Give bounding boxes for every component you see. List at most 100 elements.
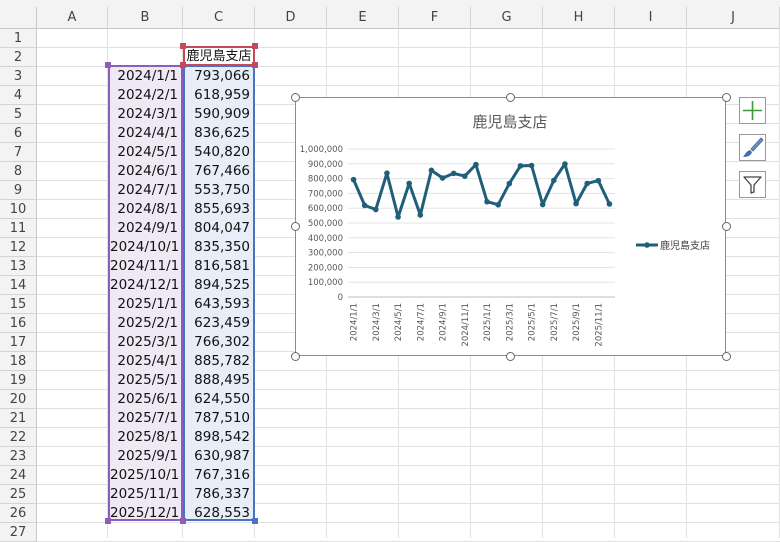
cell-value[interactable]: 643,593: [185, 295, 253, 314]
cell-value[interactable]: 623,459: [185, 314, 253, 333]
cell-date[interactable]: 2025/3/1: [110, 333, 181, 352]
cell-value[interactable]: 855,693: [185, 200, 253, 219]
row-header-2[interactable]: 2: [0, 48, 37, 67]
row-header-14[interactable]: 14: [0, 276, 37, 295]
data-point[interactable]: [595, 177, 602, 184]
cell-c2[interactable]: 鹿児島支店: [184, 47, 254, 66]
cell-value[interactable]: 540,820: [185, 143, 253, 162]
cell-value[interactable]: 618,959: [185, 86, 253, 105]
cell-value[interactable]: 628,553: [185, 504, 253, 523]
data-point[interactable]: [350, 176, 357, 183]
cell-date[interactable]: 2025/5/1: [110, 371, 181, 390]
row-header-9[interactable]: 9: [0, 181, 37, 200]
data-point[interactable]: [417, 212, 424, 218]
column-header-i[interactable]: I: [615, 7, 687, 29]
row-header-22[interactable]: 22: [0, 428, 37, 447]
cell-date[interactable]: 2024/8/1: [110, 200, 181, 219]
cell-date[interactable]: 2025/10/1: [110, 466, 181, 485]
cell-date[interactable]: 2024/5/1: [110, 143, 181, 162]
select-all-corner[interactable]: [0, 7, 37, 29]
spreadsheet[interactable]: ABCDEFGHIJ 1 2 3 4 5 6 7 8 9 10 11 12 13 14 15 16 17 18 19…: [0, 0, 780, 542]
column-header-h[interactable]: H: [543, 7, 615, 29]
cell-date[interactable]: 2025/12/1: [110, 504, 181, 523]
data-point[interactable]: [562, 161, 568, 167]
row-header-25[interactable]: 25: [0, 485, 37, 504]
data-point[interactable]: [495, 201, 501, 208]
data-point[interactable]: [539, 201, 546, 208]
data-point[interactable]: [395, 214, 401, 220]
row-header-20[interactable]: 20: [0, 390, 37, 409]
row-header-6[interactable]: 6: [0, 124, 37, 143]
row-header-16[interactable]: 16: [0, 314, 37, 333]
cell-value[interactable]: 787,510: [185, 409, 253, 428]
data-point[interactable]: [484, 198, 490, 205]
data-point[interactable]: [573, 200, 579, 207]
cell-date[interactable]: 2025/9/1: [110, 447, 181, 466]
data-point[interactable]: [551, 177, 557, 184]
data-point[interactable]: [384, 170, 390, 176]
column-header-c[interactable]: C: [183, 7, 255, 29]
row-header-19[interactable]: 19: [0, 371, 37, 390]
chart-resize-handle[interactable]: [291, 222, 300, 231]
line-chart[interactable]: 鹿児島支店 0 100,000 200,000 300,000 400,000 500,0…: [295, 97, 726, 356]
chart-resize-handle[interactable]: [722, 222, 731, 231]
cell-value[interactable]: 767,316: [185, 466, 253, 485]
cell-date[interactable]: 2025/7/1: [110, 409, 181, 428]
chart-filters-button[interactable]: [739, 171, 766, 198]
data-point[interactable]: [584, 180, 590, 187]
cell-value[interactable]: 816,581: [185, 257, 253, 276]
data-point[interactable]: [606, 201, 613, 207]
cell-value[interactable]: 885,782: [185, 352, 253, 371]
cell-date[interactable]: 2024/2/1: [110, 86, 181, 105]
cell-date[interactable]: 2024/10/1: [110, 238, 181, 257]
row-header-17[interactable]: 17: [0, 333, 37, 352]
row-header-27[interactable]: 27: [0, 523, 37, 542]
cell-date[interactable]: 2024/7/1: [110, 181, 181, 200]
data-point[interactable]: [439, 175, 446, 181]
row-header-21[interactable]: 21: [0, 409, 37, 428]
row-header-5[interactable]: 5: [0, 105, 37, 124]
chart-resize-handle[interactable]: [291, 352, 300, 361]
data-point[interactable]: [506, 180, 513, 187]
cell-value[interactable]: 894,525: [185, 276, 253, 295]
data-point[interactable]: [361, 202, 368, 209]
column-header-a[interactable]: A: [37, 7, 108, 29]
chart-resize-handle[interactable]: [722, 93, 731, 102]
cell-value[interactable]: 590,909: [185, 105, 253, 124]
row-header-11[interactable]: 11: [0, 219, 37, 238]
row-header-18[interactable]: 18: [0, 352, 37, 371]
chart-resize-handle[interactable]: [506, 352, 515, 361]
column-header-e[interactable]: E: [327, 7, 399, 29]
row-header-12[interactable]: 12: [0, 238, 37, 257]
cell-value[interactable]: 766,302: [185, 333, 253, 352]
row-header-15[interactable]: 15: [0, 295, 37, 314]
cell-value[interactable]: 835,350: [185, 238, 253, 257]
cell-date[interactable]: 2025/6/1: [110, 390, 181, 409]
chart-resize-handle[interactable]: [506, 93, 515, 102]
row-header-8[interactable]: 8: [0, 162, 37, 181]
row-header-3[interactable]: 3: [0, 67, 37, 86]
data-point[interactable]: [373, 206, 379, 213]
cell-value[interactable]: 804,047: [185, 219, 253, 238]
cell-date[interactable]: 2024/9/1: [110, 219, 181, 238]
cell-value[interactable]: 786,337: [185, 485, 253, 504]
cell-value[interactable]: 793,066: [185, 67, 253, 86]
cell-date[interactable]: 2025/4/1: [110, 352, 181, 371]
row-header-4[interactable]: 4: [0, 86, 37, 105]
row-header-1[interactable]: 1: [0, 29, 37, 48]
chart-resize-handle[interactable]: [722, 352, 731, 361]
cell-value[interactable]: 836,625: [185, 124, 253, 143]
column-header-g[interactable]: G: [471, 7, 543, 29]
row-header-7[interactable]: 7: [0, 143, 37, 162]
column-header-f[interactable]: F: [399, 7, 471, 29]
cell-date[interactable]: 2025/1/1: [110, 295, 181, 314]
row-header-26[interactable]: 26: [0, 504, 37, 523]
cell-value[interactable]: 630,987: [185, 447, 253, 466]
row-header-13[interactable]: 13: [0, 257, 37, 276]
data-point[interactable]: [473, 161, 479, 168]
data-point[interactable]: [462, 173, 468, 179]
cell-date[interactable]: 2024/1/1: [110, 67, 181, 86]
column-header-b[interactable]: B: [108, 7, 183, 29]
cell-date[interactable]: 2024/3/1: [110, 105, 181, 124]
cell-date[interactable]: 2024/12/1: [110, 276, 181, 295]
